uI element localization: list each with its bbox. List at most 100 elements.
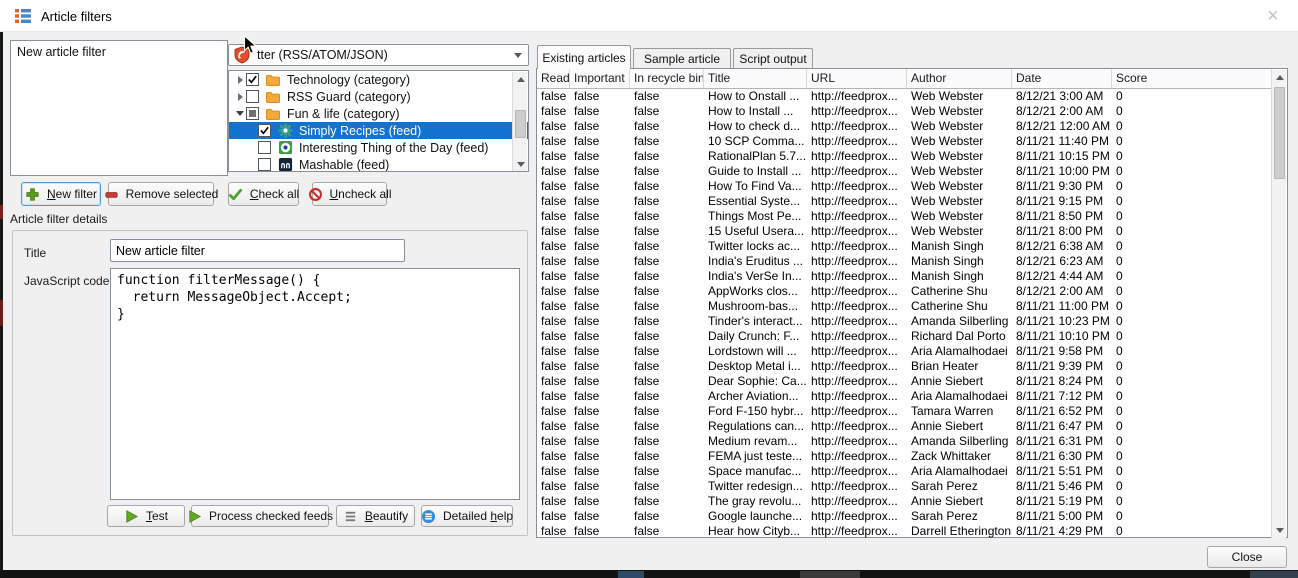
filter-list-item[interactable]: New article filter [11,41,227,61]
tree-scrollbar[interactable] [512,72,527,172]
expander-collapsed-icon[interactable] [234,93,246,101]
account-combobox[interactable]: tter (RSS/ATOM/JSON) [228,44,529,66]
table-row[interactable]: falsefalsefalseHear how Cityb...http://f… [537,524,1272,539]
table-row[interactable]: falsefalsefalseHow to Onstall ...http://… [537,89,1272,104]
check-all-button[interactable]: Check all [228,182,299,206]
table-cell: 0 [1112,404,1272,419]
mashable-icon [277,157,293,173]
checkbox-unchecked[interactable] [258,141,271,154]
process-checked-feeds-button[interactable]: Process checked feeds [191,505,329,527]
test-button[interactable]: Test [107,505,185,527]
table-cell: Web Webster [907,209,1012,224]
beautify-button[interactable]: Beautify [336,505,415,527]
table-row[interactable]: falsefalsefalseHow to check d...http://f… [537,119,1272,134]
table-row[interactable]: falsefalsefalse10 SCP Comma...http://fee… [537,134,1272,149]
table-row[interactable]: falsefalsefalseIndia's Eruditus ...http:… [537,254,1272,269]
table-row[interactable]: falsefalsefalseTwitter locks ac...http:/… [537,239,1272,254]
expander-expanded-icon[interactable] [234,111,246,116]
checkbox-checked[interactable] [246,73,259,86]
javascript-code-editor[interactable]: function filterMessage() { return Messag… [110,268,520,500]
tree-scrollbar-thumb[interactable] [515,110,526,138]
table-scrollbar-thumb[interactable] [1274,87,1285,179]
close-button[interactable]: Close [1207,546,1287,568]
table-row[interactable]: falsefalsefalseMushroom-bas...http://fee… [537,299,1272,314]
table-cell: false [630,89,704,104]
table-row[interactable]: falsefalsefalseHow to Install ...http://… [537,104,1272,119]
column-header-read[interactable]: Read [537,69,570,88]
lines-icon [343,508,359,524]
table-cell: How to check d... [704,119,807,134]
tab-existing-articles[interactable]: Existing articles [537,45,631,69]
tree-item-rss-guard-category[interactable]: RSS Guard (category) [229,88,528,105]
table-row[interactable]: falsefalsefalseFord F-150 hybr...http://… [537,404,1272,419]
column-header-in-recycle-bin[interactable]: In recycle bin [630,69,704,88]
tree-item-simply-recipes-feed[interactable]: Simply Recipes (feed) [229,122,528,139]
column-header-author[interactable]: Author [907,69,1012,88]
table-row[interactable]: falsefalsefalseSpace manufac...http://fe… [537,464,1272,479]
mouse-cursor [243,35,258,59]
column-header-url[interactable]: URL [807,69,907,88]
table-cell: false [537,134,570,149]
column-header-important[interactable]: Important [570,69,630,88]
table-cell: false [570,89,630,104]
table-row[interactable]: falsefalsefalseThings Most Pe...http://f… [537,209,1272,224]
table-cell: false [630,344,704,359]
table-row[interactable]: falsefalsefalseRegulations can...http://… [537,419,1272,434]
table-row[interactable]: falsefalsefalseTwitter redesign...http:/… [537,479,1272,494]
tree-item-technology-category[interactable]: Technology (category) [229,71,528,88]
table-row[interactable]: falsefalsefalseGuide to Install ...http:… [537,164,1272,179]
folder-icon [265,89,281,105]
scroll-down-icon[interactable] [1276,528,1284,533]
filters-list[interactable]: New article filter [10,40,228,176]
uncheck-all-button[interactable]: Uncheck all [312,182,387,206]
scroll-down-icon[interactable] [517,162,525,167]
column-header-score[interactable]: Score [1112,69,1272,88]
table-row[interactable]: falsefalsefalseTinder's interact...http:… [537,314,1272,329]
scroll-up-icon[interactable] [1276,75,1284,80]
table-row[interactable]: falsefalsefalseArcher Aviation...http://… [537,389,1272,404]
table-row[interactable]: falsefalsefalseIndia's VerSe In...http:/… [537,269,1272,284]
checkbox-unchecked[interactable] [246,90,259,103]
tab-sample-article[interactable]: Sample article [633,48,731,68]
tab-script-output[interactable]: Script output [733,48,813,68]
table-cell: http://feedprox... [807,269,907,284]
table-row[interactable]: falsefalsefalseDear Sophie: Ca...http://… [537,374,1272,389]
table-row[interactable]: falsefalsefalseDesktop Metal i...http://… [537,359,1272,374]
title-input[interactable] [110,239,405,262]
new-filter-button[interactable]: New filter [21,182,101,206]
table-row[interactable]: falsefalsefalseFEMA just teste...http://… [537,449,1272,464]
table-row[interactable]: falsefalsefalseEssential Syste...http://… [537,194,1272,209]
tree-item-label: Simply Recipes (feed) [299,124,421,138]
table-cell: 8/12/21 3:00 AM [1012,89,1112,104]
window-close-icon[interactable]: × [1260,3,1286,29]
table-row[interactable]: falsefalsefalseGoogle launche...http://f… [537,509,1272,524]
tree-item-mashable-feed[interactable]: Mashable (feed) [229,156,528,172]
table-scrollbar[interactable] [1271,70,1286,538]
table-row[interactable]: falsefalsefalseMedium revam...http://fee… [537,434,1272,449]
table-cell: 0 [1112,479,1272,494]
detailed-help-button[interactable]: Detailed help [421,505,513,527]
table-cell: false [630,149,704,164]
table-cell: http://feedprox... [807,494,907,509]
column-header-date[interactable]: Date [1012,69,1112,88]
remove-selected-button[interactable]: Remove selected [108,182,214,206]
checkbox-checked[interactable] [258,124,271,137]
table-cell: http://feedprox... [807,464,907,479]
table-row[interactable]: falsefalsefalseHow To Find Va...http://f… [537,179,1272,194]
table-cell: false [537,179,570,194]
table-cell: 0 [1112,359,1272,374]
table-row[interactable]: falsefalsefalseAppWorks clos...http://fe… [537,284,1272,299]
scroll-up-icon[interactable] [517,77,525,82]
table-row[interactable]: falsefalsefalseDaily Crunch: F...http://… [537,329,1272,344]
table-row[interactable]: falsefalsefalse15 Useful Usera...http://… [537,224,1272,239]
tree-item-interesting-thing-of-the-day-feed[interactable]: Interesting Thing of the Day (feed) [229,139,528,156]
checkbox-partial[interactable] [246,107,259,120]
table-row[interactable]: falsefalsefalseLordstown will ...http://… [537,344,1272,359]
checkbox-unchecked[interactable] [258,158,271,171]
column-header-title[interactable]: Title [704,69,807,88]
table-row[interactable]: falsefalsefalseRationalPlan 5.7...http:/… [537,149,1272,164]
table-row[interactable]: falsefalsefalseThe gray revolu...http://… [537,494,1272,509]
tree-item-fun-life-category[interactable]: Fun & life (category) [229,105,528,122]
table-cell: false [570,239,630,254]
expander-collapsed-icon[interactable] [234,76,246,84]
